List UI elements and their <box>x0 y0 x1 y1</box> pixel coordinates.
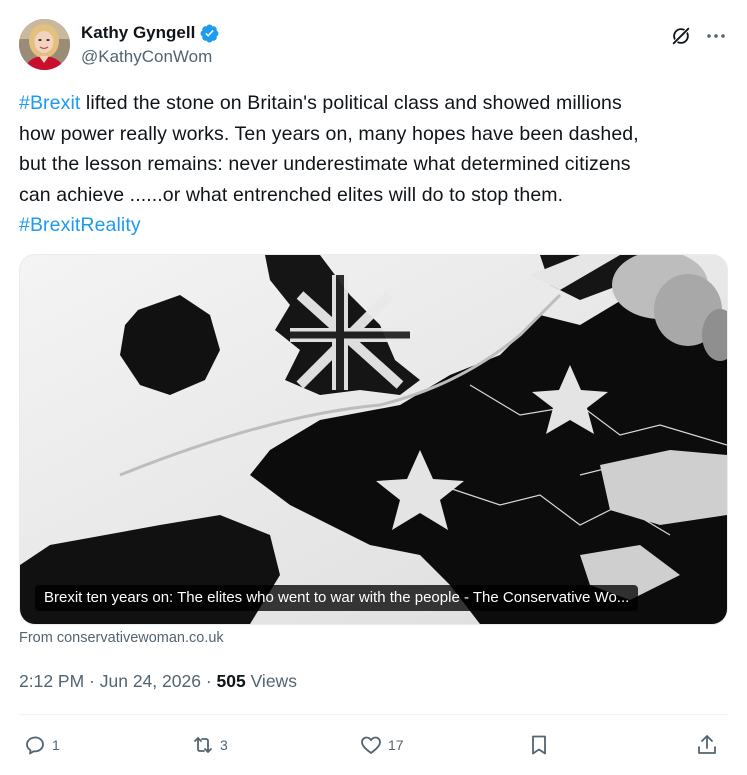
heart-icon <box>361 736 381 754</box>
avatar[interactable] <box>19 19 70 70</box>
author-block: Kathy Gyngell @KathyConWom <box>81 21 220 67</box>
tweet-line: #Brexit lifted the stone on Britain's po… <box>19 88 719 119</box>
action-bar: 1 3 17 <box>19 728 728 766</box>
like-count: 17 <box>388 737 404 753</box>
share-button[interactable] <box>695 733 719 757</box>
reply-button[interactable]: 1 <box>23 733 60 757</box>
reply-icon <box>26 736 44 755</box>
tweet-meta: 2:12 PM · Jun 24, 2026 · 505 Views <box>19 671 297 692</box>
tweet-text: #Brexit lifted the stone on Britain's po… <box>19 88 719 241</box>
display-name-row: Kathy Gyngell <box>81 21 220 45</box>
retweet-button[interactable]: 3 <box>191 733 228 757</box>
bookmark-icon <box>532 735 546 755</box>
tweet-line: #BrexitReality <box>19 210 719 241</box>
views-label: Views <box>245 671 297 691</box>
retweet-icon <box>194 737 212 753</box>
display-name[interactable]: Kathy Gyngell <box>81 23 195 43</box>
bookmark-button[interactable] <box>527 733 551 757</box>
tweet-date[interactable]: Jun 24, 2026 <box>100 671 201 691</box>
more-icon[interactable] <box>704 25 728 47</box>
hashtag-link[interactable]: #Brexit <box>19 92 80 114</box>
card-title[interactable]: Brexit ten years on: The elites who went… <box>35 585 639 611</box>
meta-separator: · <box>84 671 100 691</box>
tweet-header: Kathy Gyngell @KathyConWom <box>19 19 728 73</box>
retweet-count: 3 <box>220 737 228 753</box>
avatar-image <box>19 19 70 70</box>
author-handle[interactable]: @KathyConWom <box>81 47 220 67</box>
divider <box>19 714 728 715</box>
grok-icon[interactable] <box>670 25 692 47</box>
share-icon <box>698 735 716 754</box>
verified-badge-icon[interactable] <box>199 23 220 44</box>
hashtag-link[interactable]: #BrexitReality <box>19 214 141 236</box>
card-image <box>20 255 727 624</box>
tweet-line: can achieve ......or what entrenched eli… <box>19 183 564 206</box>
like-button[interactable]: 17 <box>359 733 404 757</box>
tweet-line: how power really works. Ten years on, ma… <box>19 122 639 145</box>
tweet-line: but the lesson remains: never underestim… <box>19 153 631 175</box>
reply-count: 1 <box>52 737 60 753</box>
card-source[interactable]: From conservativewoman.co.uk <box>19 630 224 646</box>
views-count[interactable]: 505 <box>217 671 246 691</box>
link-card[interactable]: Brexit ten years on: The elites who went… <box>19 254 728 625</box>
tweet-time[interactable]: 2:12 PM <box>19 671 84 691</box>
tweet-text-span: lifted the stone on Britain's political … <box>80 92 622 114</box>
meta-separator: · <box>200 671 217 691</box>
